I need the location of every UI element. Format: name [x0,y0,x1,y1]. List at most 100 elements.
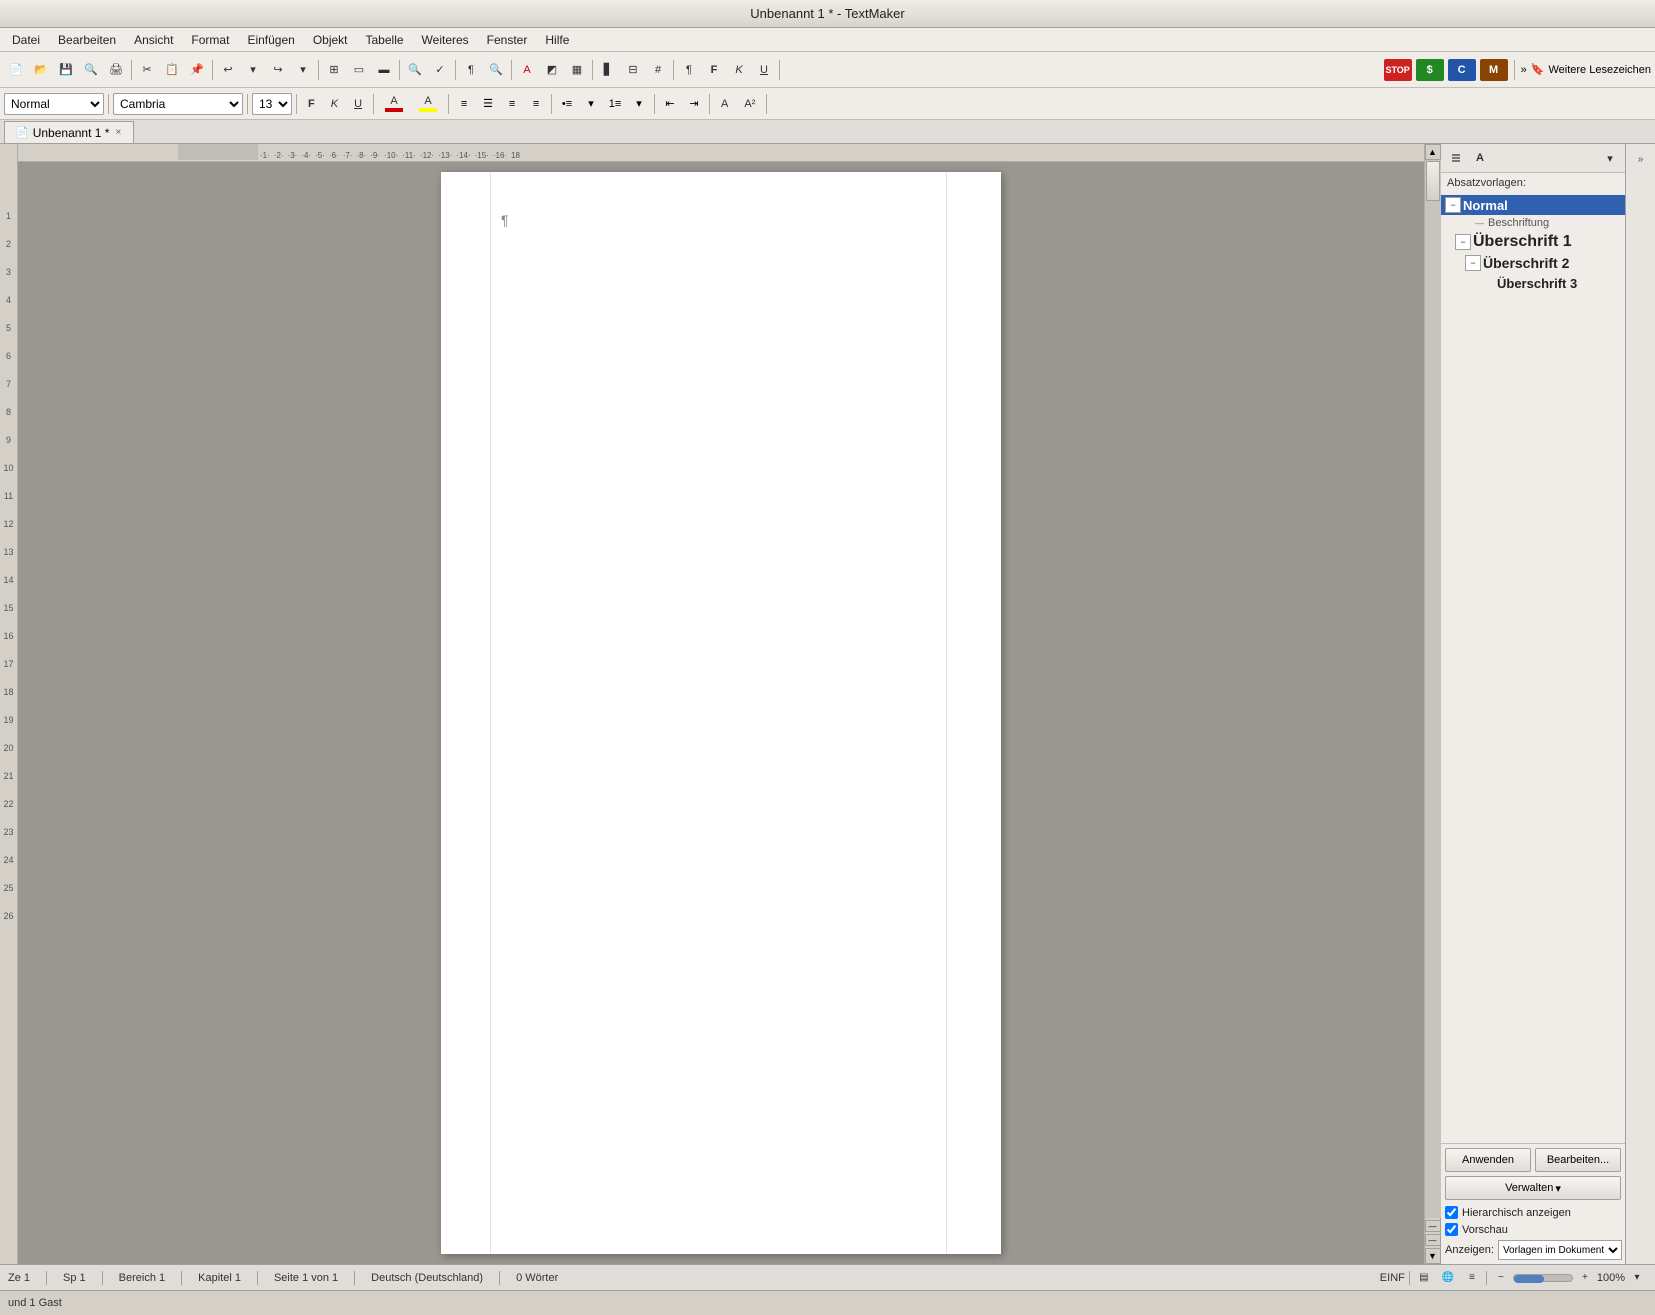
cut-button[interactable]: ✂ [135,58,159,82]
stop-icon[interactable]: STOP [1384,59,1412,81]
show-marks-button[interactable]: ¶ [459,58,483,82]
new-button[interactable]: 📄 [4,58,28,82]
textcolor-button[interactable]: A [515,58,539,82]
document-tab[interactable]: 📄 Unbenannt 1 * × [4,121,134,143]
save-button[interactable]: 💾 [54,58,78,82]
document-page[interactable]: ¶ [441,172,1001,1254]
style-item-h2[interactable]: − Überschrift 2 [1441,253,1625,273]
align-center-button[interactable]: ☰ [477,94,499,114]
vorschau-checkbox[interactable] [1445,1223,1458,1236]
style-item-normal[interactable]: − Normal [1441,195,1625,215]
menu-ansicht[interactable]: Ansicht [126,31,181,49]
anzeigen-select[interactable]: Vorlagen im Dokument [1498,1240,1622,1260]
redo-dropdown[interactable]: ▾ [291,58,315,82]
shading-button[interactable]: ▦ [565,58,589,82]
open-button[interactable]: 📂 [29,58,53,82]
panel-dropdown-button[interactable]: ▾ [1599,148,1621,168]
superscript-button[interactable]: A² [737,93,762,115]
undo-dropdown[interactable]: ▾ [241,58,265,82]
search-button[interactable]: 🔍 [403,58,427,82]
zoom-decrease-button[interactable]: − [1491,1269,1511,1287]
menu-fenster[interactable]: Fenster [479,31,536,49]
vertical-scrollbar[interactable]: ▲ — — ▼ [1424,144,1440,1264]
view-normal-button[interactable]: ▤ [1414,1269,1434,1287]
redo-button[interactable]: ↪ [266,58,290,82]
indent-increase-button[interactable]: ⇥ [683,94,705,114]
menu-datei[interactable]: Datei [4,31,48,49]
view-web-button[interactable]: 🌐 [1438,1269,1458,1287]
uppercase-button[interactable]: A [714,93,735,115]
zoom-dropdown-button[interactable]: ▾ [1627,1269,1647,1287]
tree-collapse-icon-normal[interactable]: − [1445,197,1461,213]
menu-format[interactable]: Format [183,31,237,49]
underline-toolbar-button[interactable]: U [752,58,776,82]
menu-weiteres[interactable]: Weiteres [414,31,477,49]
verwalten-button[interactable]: Verwalten ▾ [1445,1176,1621,1200]
page-container[interactable]: ¶ [18,162,1424,1264]
bold-button[interactable]: F [301,93,322,115]
zoom-dropdown-btn[interactable]: 🔍 [484,58,508,82]
anwenden-button[interactable]: Anwenden [1445,1148,1531,1172]
panel-collapse-button[interactable] [1445,148,1467,168]
align-left-button[interactable]: ≡ [453,94,475,114]
panel-a-button[interactable]: A [1469,148,1491,168]
zoom-increase-button[interactable]: + [1575,1269,1595,1287]
bullet-list-button[interactable]: •≡ [556,94,578,114]
page-main-area[interactable]: ¶ [491,172,946,1254]
menu-objekt[interactable]: Objekt [305,31,356,49]
menu-bearbeiten[interactable]: Bearbeiten [50,31,124,49]
table-insert-button[interactable]: ⊞ [322,58,346,82]
scroll-track[interactable] [1425,160,1441,1218]
style-item-beschriftung[interactable]: — Beschriftung [1441,215,1625,231]
scroll-thumb[interactable] [1426,161,1440,201]
scroll-handle-1[interactable]: — [1425,1220,1441,1232]
menu-einfuegen[interactable]: Einfügen [239,31,302,49]
frame-button[interactable]: ▭ [347,58,371,82]
align-right-button[interactable]: ≡ [501,94,523,114]
zoom-slider[interactable] [1513,1274,1573,1282]
paste-button[interactable]: 📌 [185,58,209,82]
bearbeiten-button[interactable]: Bearbeiten... [1535,1148,1621,1172]
m-icon[interactable]: M [1480,59,1508,81]
style-dropdown[interactable]: Normal [4,93,104,115]
highlight-color-button[interactable]: A [412,93,444,115]
style-item-h1[interactable]: − Überschrift 1 [1441,231,1625,253]
undo-button[interactable]: ↩ [216,58,240,82]
copy-button[interactable]: 📋 [160,58,184,82]
tab-close-button[interactable]: × [113,127,123,138]
far-right-expand-button[interactable]: » [1630,148,1652,170]
underline-button[interactable]: U [347,93,369,115]
scroll-up-button[interactable]: ▲ [1425,144,1441,160]
menu-hilfe[interactable]: Hilfe [537,31,577,49]
scroll-down-button[interactable]: ▼ [1425,1248,1441,1264]
header-footer-button[interactable]: ⊟ [621,58,645,82]
bullet-dropdown[interactable]: ▾ [580,94,602,114]
italic-button[interactable]: K [324,93,345,115]
hierarchisch-checkbox[interactable] [1445,1206,1458,1219]
spell-button[interactable]: ✓ [428,58,452,82]
frame2-button[interactable]: ▬ [372,58,396,82]
view-outline-button[interactable]: ≡ [1462,1269,1482,1287]
size-dropdown[interactable]: 13 [252,93,292,115]
scroll-handle-2[interactable]: — [1425,1234,1441,1246]
dollar-icon[interactable]: $ [1416,59,1444,81]
italic-toolbar-button[interactable]: K [727,58,751,82]
pagenumber-button[interactable]: # [646,58,670,82]
font-dropdown[interactable]: Cambria [113,93,243,115]
num-dropdown[interactable]: ▾ [628,94,650,114]
print-preview-button[interactable]: 🔍 [79,58,103,82]
columns-button[interactable]: ▋ [596,58,620,82]
highlightcolor-button[interactable]: ◩ [540,58,564,82]
weitere-lesezeichen[interactable]: » 🔖 Weitere Lesezeichen [1521,63,1651,76]
c-icon[interactable]: C [1448,59,1476,81]
indent-decrease-button[interactable]: ⇤ [659,94,681,114]
align-justify-button[interactable]: ≡ [525,94,547,114]
style-item-h3[interactable]: ○ Überschrift 3 [1441,273,1625,293]
tree-collapse-icon-h2[interactable]: − [1465,255,1481,271]
print-button[interactable]: 🖨 [104,58,128,82]
num-list-button[interactable]: 1≡ [604,94,626,114]
paragraph-marks-button[interactable]: ¶ [677,58,701,82]
font-color-button[interactable]: A [378,93,410,115]
bold-toolbar-button[interactable]: F [702,58,726,82]
menu-tabelle[interactable]: Tabelle [358,31,412,49]
